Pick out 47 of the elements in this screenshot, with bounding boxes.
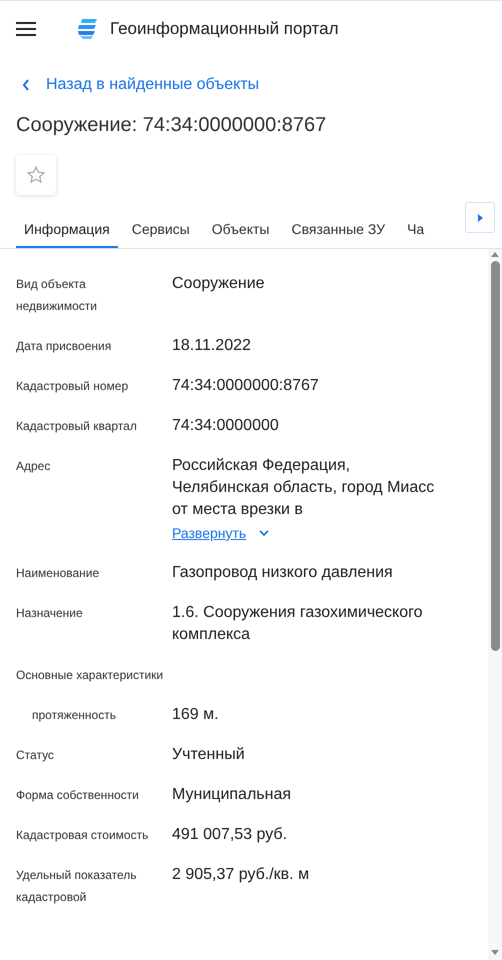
field-value: 491 007,53 руб.: [172, 825, 288, 845]
field-value: от места врезки в: [172, 500, 304, 520]
scrollbar[interactable]: [488, 249, 502, 960]
tab[interactable]: Объекты: [204, 213, 278, 248]
field-value: 74:34:0000000: [172, 416, 280, 436]
field-value: Сооружение: [172, 274, 266, 294]
expand-link[interactable]: Развернуть: [172, 522, 246, 544]
field-value: Российская Федерация,: [172, 456, 352, 476]
page-title: Сооружение: 74:34:0000000:8767: [15, 113, 328, 138]
scroll-up-icon[interactable]: [491, 251, 499, 257]
field-value: 18.11.2022: [172, 336, 252, 356]
tab[interactable]: Сервисы: [124, 213, 198, 248]
tabs-scroll-button[interactable]: [465, 202, 495, 233]
field-value: Челябинская область, город Миасс: [172, 478, 436, 498]
field-label: Наименование: [16, 565, 100, 582]
tab[interactable]: Ча: [399, 213, 432, 248]
field-label: Форма собственности: [16, 787, 140, 804]
field-label: Удельный показатель кадастровой: [16, 867, 138, 906]
field-label: Кадастровый номер: [16, 378, 130, 395]
field-value: Учтенный: [172, 745, 246, 765]
field-label: Статус: [16, 747, 55, 764]
menu-icon[interactable]: [16, 22, 36, 36]
field-label: Адрес: [16, 458, 52, 475]
tab[interactable]: Связанные ЗУ: [283, 213, 394, 248]
field-label: Кадастровый квартал: [16, 418, 138, 435]
caret-right-icon: [478, 214, 482, 222]
field-label: протяженность: [31, 707, 117, 724]
chevron-down-icon: [258, 529, 270, 537]
logo-icon: [76, 18, 98, 40]
field-value: 169 м.: [172, 705, 220, 725]
back-link[interactable]: Назад в найденные объекты: [46, 73, 260, 97]
field-value: 1.6. Сооружения газохимического комплекса: [172, 603, 424, 645]
field-label: Назначение: [16, 605, 84, 622]
field-label: Дата присвоения: [16, 338, 112, 355]
star-icon: [26, 165, 46, 185]
field-label: Вид объекта недвижимости: [16, 276, 98, 315]
field-value: 74:34:0000000:8767: [172, 376, 320, 396]
field-value: 2 905,37 руб./кв. м: [172, 865, 310, 885]
field-label: Основные характеристики: [16, 667, 164, 684]
back-chevron-icon[interactable]: [22, 79, 30, 91]
scroll-down-icon[interactable]: [491, 950, 499, 956]
field-value: Газопровод низкого давления: [172, 563, 394, 583]
field-label: Кадастровая стоимость: [16, 827, 150, 844]
favorite-button[interactable]: [16, 155, 56, 195]
field-value: Муниципальная: [172, 785, 292, 805]
tab[interactable]: Информация: [16, 213, 118, 248]
app-title: Геоинформационный портал: [110, 18, 339, 40]
